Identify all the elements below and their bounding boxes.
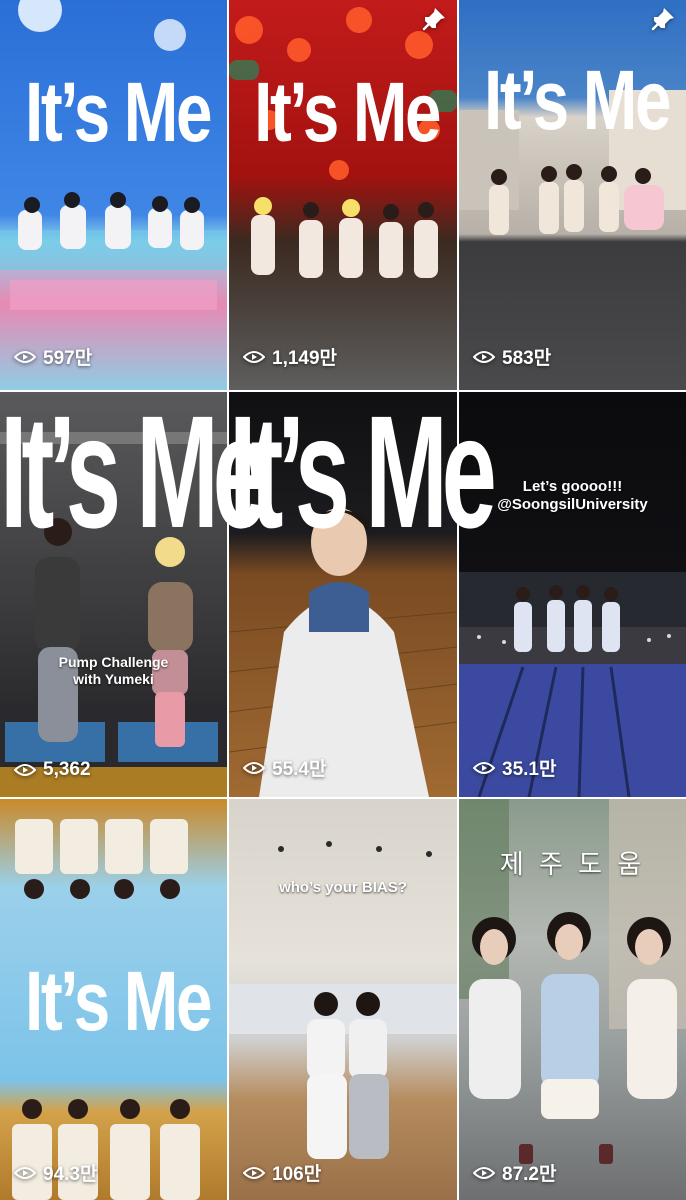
video-tile[interactable]: It’s Me 597만: [0, 0, 227, 390]
video-tile[interactable]: It’s Me 1,149만: [229, 0, 457, 390]
view-count-label: 55.4만: [272, 759, 327, 780]
video-thumbnail: [0, 0, 227, 390]
view-count-label: 87.2만: [502, 1164, 557, 1185]
video-title-overlay: It’s Me: [24, 954, 212, 1048]
video-grid: It’s Me 597만 It’s Me 1,149만 It’s Me 583만…: [0, 0, 686, 1200]
video-title-overlay: It’s Me: [483, 53, 671, 147]
video-title-overlay: It’s Me: [24, 65, 212, 159]
video-tile[interactable]: 제 주 도 움 87.2만: [459, 799, 686, 1200]
video-tile[interactable]: 55.4만: [229, 392, 457, 797]
view-count-label: 35.1만: [502, 759, 557, 780]
view-count: 55.4만: [243, 754, 326, 781]
eye-play-icon: [473, 761, 495, 774]
video-caption: 제 주 도 움: [499, 849, 646, 879]
eye-play-icon: [473, 350, 495, 363]
view-count-label: 597만: [43, 348, 93, 369]
eye-play-icon: [473, 1166, 495, 1179]
view-count-label: 106만: [272, 1164, 322, 1185]
view-count: 597만: [14, 343, 92, 370]
video-title-overlay: It’s Me: [254, 65, 441, 159]
view-count: 35.1만: [473, 754, 556, 781]
eye-play-icon: [243, 761, 265, 774]
video-thumbnail: [229, 392, 457, 797]
video-tile[interactable]: Let’s goooo!!! @SoongsilUniversity 35.1만: [459, 392, 686, 797]
view-count: 583만: [473, 343, 551, 370]
eye-play-icon: [14, 1166, 36, 1179]
video-caption: Let’s goooo!!! @SoongsilUniversity: [497, 478, 648, 513]
video-tile[interactable]: Pump Challenge with Yumeki 5,362: [0, 392, 227, 797]
video-thumbnail: [229, 799, 457, 1200]
view-count: 1,149만: [243, 343, 337, 370]
pin-icon: [650, 6, 676, 32]
eye-play-icon: [243, 1166, 265, 1179]
eye-play-icon: [14, 764, 36, 776]
view-count: 87.2만: [473, 1159, 556, 1186]
view-count: 106만: [243, 1159, 321, 1186]
pin-icon: [421, 6, 447, 32]
video-caption: who’s your BIAS?: [279, 879, 407, 896]
eye-play-icon: [243, 350, 265, 363]
view-count-label: 1,149만: [272, 348, 338, 369]
video-tile[interactable]: It’s Me 94.3만: [0, 799, 227, 1200]
video-thumbnail: [459, 392, 686, 797]
view-count-label: 583만: [502, 348, 552, 369]
view-count-label: 94.3만: [43, 1164, 98, 1185]
video-thumbnail: [229, 0, 457, 390]
video-tile[interactable]: who’s your BIAS? 106만: [229, 799, 457, 1200]
view-count-label: 5,362: [43, 759, 91, 780]
video-thumbnail: [0, 392, 227, 797]
view-count: 94.3만: [14, 1159, 97, 1186]
eye-play-icon: [14, 350, 36, 363]
view-count: 5,362: [14, 759, 91, 781]
video-tile[interactable]: It’s Me 583만: [459, 0, 686, 390]
video-caption: Pump Challenge with Yumeki: [58, 654, 169, 687]
